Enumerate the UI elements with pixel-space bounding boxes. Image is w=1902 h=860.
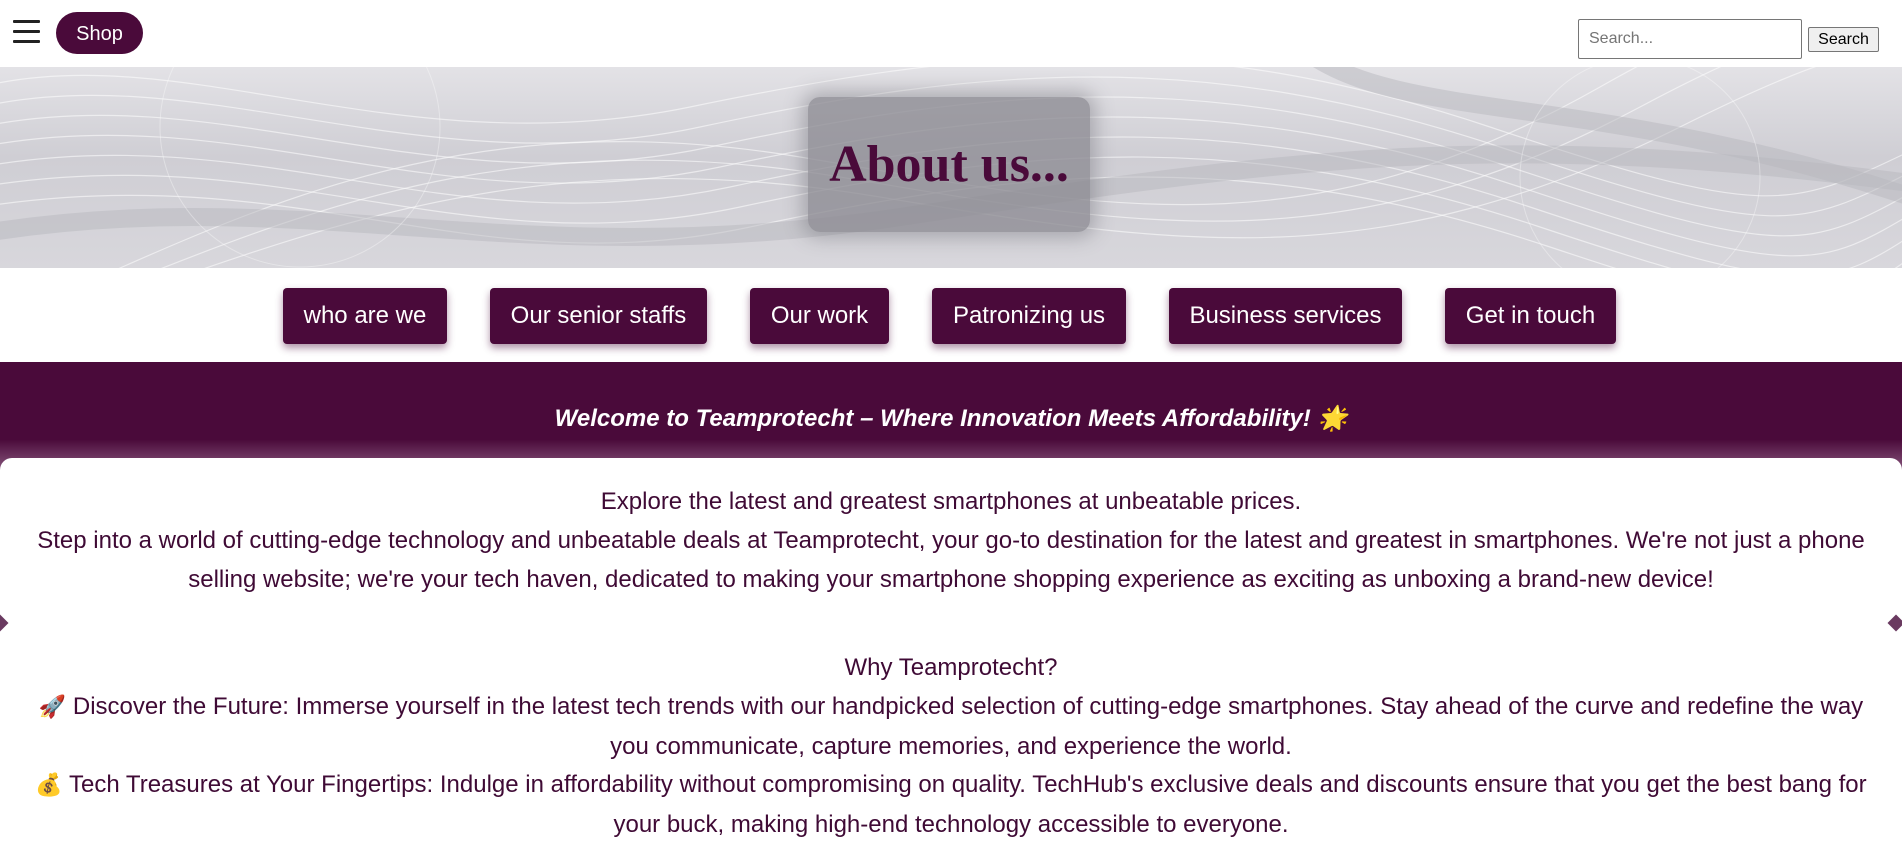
section-nav: who are we Our senior staffs Our work Pa… <box>0 268 1902 362</box>
why-point-discover: 🚀 Discover the Future: Immerse yourself … <box>20 687 1882 766</box>
page-title: About us... <box>829 136 1069 193</box>
hamburger-menu-icon[interactable] <box>13 20 40 44</box>
shop-button[interactable]: Shop <box>56 12 143 54</box>
rocket-icon: 🚀 <box>38 695 67 720</box>
why-point-text: Discover the Future: Immerse yourself in… <box>72 693 1864 760</box>
welcome-heading: Welcome to Teamprotecht – Where Innovati… <box>554 405 1348 432</box>
nav-button-who-are-we[interactable]: who are we <box>283 288 447 344</box>
hero-title-card: About us... <box>808 97 1090 232</box>
top-navbar: Shop Search <box>0 0 1902 67</box>
intro-body: Step into a world of cutting-edge techno… <box>37 527 1865 593</box>
money-bag-icon: 💰 <box>35 773 63 798</box>
search-input[interactable] <box>1578 19 1802 59</box>
why-point-text: Tech Treasures at Your Fingertips: Indul… <box>69 771 1867 838</box>
search-button[interactable]: Search <box>1808 27 1879 52</box>
why-heading: Why Teamprotecht? <box>844 654 1058 681</box>
hero-banner: About us... <box>0 67 1902 268</box>
nav-button-our-work[interactable]: Our work <box>750 288 889 344</box>
nav-button-patronizing-us[interactable]: Patronizing us <box>932 288 1126 344</box>
nav-button-senior-staffs[interactable]: Our senior staffs <box>490 288 707 344</box>
nav-button-get-in-touch[interactable]: Get in touch <box>1445 288 1616 344</box>
nav-button-business-services[interactable]: Business services <box>1169 288 1402 344</box>
why-point-treasures: 💰 Tech Treasures at Your Fingertips: Ind… <box>20 765 1882 844</box>
intro-lead: Explore the latest and greatest smartpho… <box>600 488 1302 515</box>
